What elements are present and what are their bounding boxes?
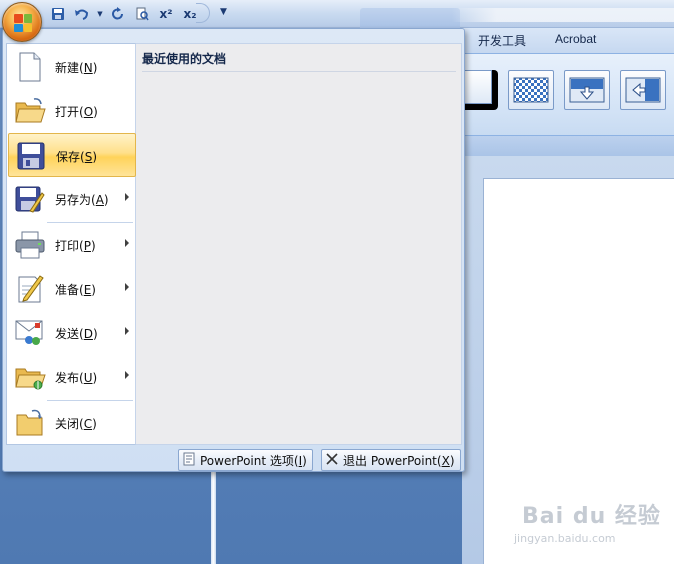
watermark-text: Bai du 经验 [522,504,661,529]
checker-gallery-button[interactable] [508,70,554,110]
menu-item-label: 打印(P) [55,239,96,253]
options-label: PowerPoint 选项(I) [200,453,307,468]
save-as-icon [14,183,46,215]
print-preview-icon[interactable] [132,5,152,23]
save-icon[interactable] [48,5,68,23]
superscript-icon[interactable]: x² [156,5,176,23]
menu-item-label: 准备(E) [55,283,96,297]
redo-icon[interactable] [108,5,128,23]
menu-item-label: 发布(U) [55,371,98,385]
office-menu-footer: PowerPoint 选项(I) 退出 PowerPoint(X) [3,445,464,471]
push-down-button[interactable] [564,70,610,110]
office-menu-commands: 新建(N) 打开(O) 保存(S) 另存为(A) 打印(P) 准备(E) 发送(… [6,43,136,445]
push-left-button[interactable] [620,70,666,110]
menu-item-print[interactable]: 打印(P) [8,223,136,267]
open-folder-icon [14,95,46,127]
menu-item-save-as[interactable]: 另存为(A) [8,177,136,221]
printer-icon [14,229,46,261]
menu-item-label: 关闭(C) [55,417,97,431]
title-bar: ▼ x² x₂ ▼ [0,0,674,28]
undo-icon[interactable] [72,5,92,23]
menu-item-publish[interactable]: 发布(U) [8,355,136,399]
menu-item-label: 发送(D) [55,327,98,341]
recent-documents-header: 最近使用的文档 [142,50,456,72]
tab-acrobat[interactable]: Acrobat [555,32,596,46]
submenu-arrow-icon [125,327,129,335]
tab-developer[interactable]: 开发工具 [478,32,526,49]
menu-item-new[interactable]: 新建(N) [8,45,136,89]
window-title-blurred [452,8,674,22]
menu-item-label: 另存为(A) [55,193,109,207]
options-icon [183,452,195,469]
submenu-arrow-icon [125,239,129,247]
save-disk-icon [15,140,47,172]
close-folder-icon [14,407,46,439]
publish-icon [14,361,46,393]
title-bar-decoration [360,8,460,28]
menu-item-save[interactable]: 保存(S) [8,133,136,177]
menu-item-open[interactable]: 打开(O) [8,89,136,133]
submenu-arrow-icon [125,283,129,291]
qat-customize-icon[interactable]: ▼ [220,7,227,17]
exit-powerpoint-button[interactable]: 退出 PowerPoint(X) [321,449,461,471]
powerpoint-options-button[interactable]: PowerPoint 选项(I) [178,449,313,471]
office-menu: 新建(N) 打开(O) 保存(S) 另存为(A) 打印(P) 准备(E) 发送(… [2,28,465,472]
send-icon [14,317,46,349]
undo-dropdown-icon[interactable]: ▼ [96,5,104,23]
close-icon [326,452,338,468]
menu-item-prepare[interactable]: 准备(E) [8,267,136,311]
quick-access-toolbar: ▼ x² x₂ [48,4,200,24]
menu-item-label: 打开(O) [55,105,98,119]
submenu-arrow-icon [125,371,129,379]
exit-label: 退出 PowerPoint(X) [343,453,455,468]
recent-documents-pane: 最近使用的文档 [136,43,462,445]
menu-item-send[interactable]: 发送(D) [8,311,136,355]
submenu-arrow-icon [125,193,129,201]
new-document-icon [14,51,46,83]
gallery-edge [462,70,498,110]
prepare-icon [14,273,46,305]
ribbon-group-strip [462,136,674,156]
qat-end-cap [196,3,210,23]
menu-item-close[interactable]: 关闭(C) [8,401,136,445]
watermark-url: jingyan.baidu.com [514,532,616,545]
pane-splitter[interactable] [211,472,216,564]
office-button[interactable] [2,2,42,42]
menu-item-label: 新建(N) [55,61,98,75]
baidu-watermark: Bai du 经验 jingyan.baidu.com [512,490,668,550]
menu-item-label: 保存(S) [56,150,98,164]
office-logo-icon [14,14,32,32]
ribbon-tabs: 开发工具 Acrobat [462,28,674,54]
